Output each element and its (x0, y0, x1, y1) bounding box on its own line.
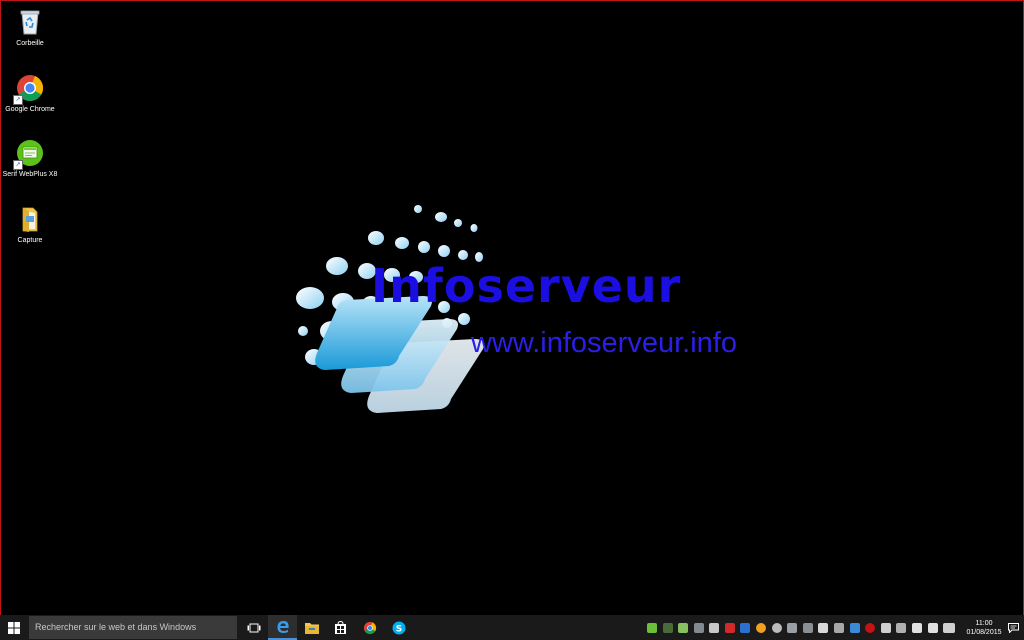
folder-icon (15, 204, 45, 234)
adobe-icon[interactable] (865, 622, 876, 633)
desktop-icon-label: Corbeille (16, 40, 44, 47)
camera-icon[interactable] (693, 622, 704, 633)
wallpaper-logo: Infoserveur www.infoserveur.info (291, 201, 781, 461)
webplus-icon: ↗ (13, 138, 45, 170)
taskbar-edge-button[interactable] (268, 615, 297, 640)
skype-icon: S (392, 621, 405, 634)
bluetooth-icon[interactable] (740, 622, 751, 633)
network-monitor-icon[interactable] (662, 622, 673, 633)
taskbar: Rechercher sur le web et dans Windows S … (0, 615, 1024, 640)
usb-icon[interactable] (896, 622, 907, 633)
store-icon (335, 621, 346, 634)
svg-text:S: S (395, 624, 401, 634)
taskbar-store-button[interactable] (326, 615, 355, 640)
chrome-icon: ↗ (13, 73, 45, 105)
wifi-icon[interactable] (912, 622, 923, 633)
clock-date: 01/08/2015 (966, 628, 1002, 636)
desktop-icon-capture[interactable]: Capture (1, 200, 59, 258)
shortcut-arrow-icon: ↗ (13, 160, 23, 170)
notification-icon (1007, 622, 1019, 633)
pdf-icon[interactable] (724, 622, 735, 633)
shortcut-arrow-icon: ↗ (13, 95, 23, 105)
start-button[interactable] (0, 615, 28, 640)
windows-logo-icon (8, 621, 20, 634)
green-leaf-icon[interactable] (646, 622, 657, 633)
android-icon[interactable] (834, 622, 845, 633)
recycle-bin-icon (15, 7, 45, 37)
system-tray: 11:00 01/08/2015 (644, 615, 1024, 640)
book-icon[interactable] (802, 622, 813, 633)
logo-url: www.infoserveur.info (471, 327, 737, 359)
document-icon[interactable] (818, 622, 829, 633)
system-clock[interactable]: 11:00 01/08/2015 (964, 619, 1004, 637)
volume-icon[interactable] (927, 622, 938, 633)
file-explorer-icon (304, 622, 319, 634)
clock-time: 11:00 (975, 619, 993, 627)
keyboard-icon[interactable] (943, 622, 956, 633)
desktop-icon-label: Serif WebPlus X8 (2, 171, 58, 178)
edge-icon (277, 620, 289, 633)
chrome-icon (363, 621, 376, 634)
search-input[interactable]: Rechercher sur le web et dans Windows (29, 616, 237, 639)
taskbar-file-explorer-button[interactable] (297, 615, 326, 640)
task-view-icon (247, 623, 260, 632)
taskbar-skype-button[interactable]: S (384, 615, 413, 640)
gauge-icon[interactable] (771, 622, 782, 633)
task-view-button[interactable] (239, 615, 268, 640)
tablet-icon[interactable] (709, 622, 720, 633)
desktop-icon-recycle-bin[interactable]: Corbeille (1, 3, 59, 61)
dropbox-icon[interactable] (849, 622, 860, 633)
desktop-icon-label: Google Chrome (5, 106, 55, 113)
logo-title: Infoserveur (371, 259, 682, 313)
action-center-button[interactable] (1006, 615, 1020, 640)
desktop[interactable]: Corbeille ↗ Google Chrome ↗ Serif WebPlu… (0, 0, 1024, 615)
desktop-icon-label: Capture (17, 237, 43, 244)
desktop-icon-serif-webplus[interactable]: ↗ Serif WebPlus X8 (1, 134, 59, 192)
battery-icon[interactable] (880, 622, 891, 633)
card-reader-icon[interactable] (787, 622, 798, 633)
desktop-icon-google-chrome[interactable]: ↗ Google Chrome (1, 69, 59, 127)
taskbar-chrome-button[interactable] (355, 615, 384, 640)
speech-icon[interactable] (678, 622, 689, 633)
weather-icon[interactable] (756, 622, 767, 633)
